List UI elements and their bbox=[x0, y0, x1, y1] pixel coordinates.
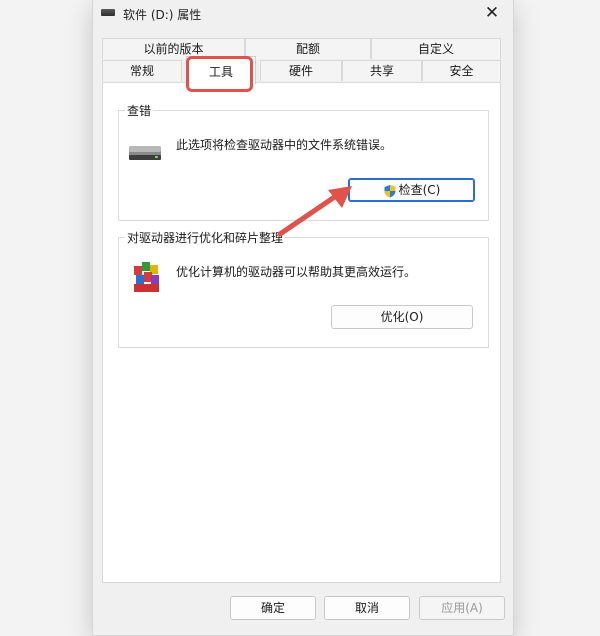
close-icon[interactable]: ✕ bbox=[477, 0, 507, 28]
error-check-description: 此选项将检查驱动器中的文件系统错误。 bbox=[176, 138, 393, 152]
drive-icon bbox=[101, 9, 115, 16]
tab-customize[interactable]: 自定义 bbox=[371, 38, 501, 59]
check-button-label: 检查(C) bbox=[398, 183, 441, 197]
defrag-icon bbox=[134, 262, 159, 292]
cancel-button[interactable]: 取消 bbox=[324, 596, 410, 620]
optimize-group: 对驱动器进行优化和碎片整理 优化计算机的驱动器可以帮助其更高效运行。 优化(O) bbox=[118, 229, 489, 348]
tools-panel: 查错 此选项将检查驱动器中的文件系统错误。 检查(C) 对驱动器进行优化和碎片整… bbox=[102, 82, 501, 583]
error-check-title: 查错 bbox=[125, 102, 154, 119]
error-check-group: 查错 此选项将检查驱动器中的文件系统错误。 检查(C) bbox=[118, 102, 489, 221]
tab-sharing[interactable]: 共享 bbox=[342, 60, 422, 81]
properties-window: 软件 (D:) 属性 ✕ 以前的版本 配额 自定义 常规 工具 硬件 共享 安全… bbox=[92, 0, 514, 636]
tab-hardware[interactable]: 硬件 bbox=[260, 60, 342, 81]
tools-tab-highlight bbox=[186, 56, 253, 92]
optimize-button[interactable]: 优化(O) bbox=[331, 305, 473, 329]
tab-general[interactable]: 常规 bbox=[102, 60, 182, 81]
tab-quota[interactable]: 配额 bbox=[245, 38, 371, 59]
optimize-description: 优化计算机的驱动器可以帮助其更高效运行。 bbox=[176, 265, 417, 279]
apply-button[interactable]: 应用(A) bbox=[419, 596, 505, 620]
tab-strip: 以前的版本 配额 自定义 常规 工具 硬件 共享 安全 bbox=[102, 38, 501, 84]
optimize-title: 对驱动器进行优化和碎片整理 bbox=[125, 229, 286, 246]
window-title: 软件 (D:) 属性 bbox=[123, 8, 202, 22]
tab-security[interactable]: 安全 bbox=[422, 60, 501, 81]
uac-shield-icon bbox=[384, 184, 396, 197]
check-button[interactable]: 检查(C) bbox=[348, 178, 475, 202]
title-bar: 软件 (D:) 属性 ✕ bbox=[93, 0, 513, 28]
ok-button[interactable]: 确定 bbox=[230, 596, 316, 620]
drive-icon bbox=[129, 146, 161, 160]
